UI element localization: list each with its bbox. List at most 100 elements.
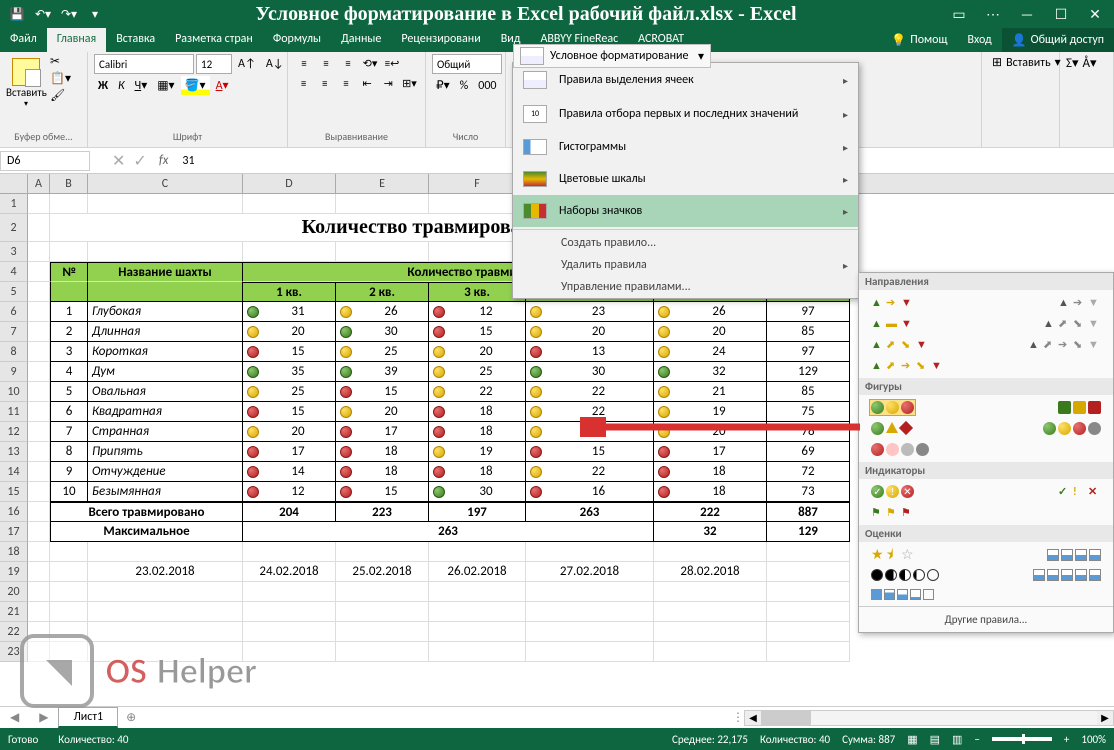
cell[interactable]: 7 xyxy=(50,422,88,442)
cell[interactable]: 25 xyxy=(336,342,429,362)
font-name-input[interactable] xyxy=(94,54,194,74)
cell[interactable]: 15 xyxy=(336,382,429,402)
cell[interactable]: 9 xyxy=(50,462,88,482)
cell[interactable]: 18 xyxy=(654,462,767,482)
cell[interactable]: 263 xyxy=(243,522,654,542)
cell[interactable]: 22 xyxy=(526,402,654,422)
cell[interactable]: Название шахты xyxy=(88,262,243,282)
cell[interactable]: 26 xyxy=(654,302,767,322)
cell[interactable]: 25.02.2018 xyxy=(336,562,429,582)
number-format-input[interactable] xyxy=(432,54,502,74)
col-header[interactable]: C xyxy=(88,174,243,193)
cell[interactable]: 16 xyxy=(526,482,654,502)
comma-icon[interactable]: 000 xyxy=(474,77,500,95)
cell[interactable] xyxy=(767,542,850,562)
sheet-nav-next[interactable]: ▶ xyxy=(29,710,58,725)
cell[interactable]: 20 xyxy=(654,422,767,442)
cell[interactable]: 1 кв. xyxy=(243,282,336,302)
autosum-icon[interactable]: Σ▾ xyxy=(1066,56,1079,71)
cell[interactable] xyxy=(28,214,50,242)
row-header[interactable]: 4 xyxy=(0,262,28,282)
cell[interactable]: 18 xyxy=(429,422,526,442)
cell[interactable] xyxy=(429,542,526,562)
iconset-4-red-to-black[interactable] xyxy=(869,441,931,458)
row-header[interactable]: 2 xyxy=(0,214,28,242)
view-page-icon[interactable]: ▤ xyxy=(930,733,940,746)
cell[interactable]: 73 xyxy=(767,482,850,502)
fx-icon[interactable]: fx xyxy=(151,153,177,168)
cell[interactable] xyxy=(526,542,654,562)
cell[interactable]: 19 xyxy=(429,442,526,462)
wrap-text-icon[interactable]: ≡↩ xyxy=(382,54,402,72)
cell[interactable]: 222 xyxy=(654,502,767,522)
cell[interactable] xyxy=(243,582,336,602)
cell[interactable]: 129 xyxy=(767,522,850,542)
view-normal-icon[interactable]: ▦ xyxy=(907,733,917,746)
sheet-nav-prev[interactable]: ◀ xyxy=(0,710,29,725)
cell[interactable] xyxy=(28,194,50,214)
tab-review[interactable]: Рецензировани xyxy=(391,28,490,52)
cell[interactable]: 12 xyxy=(429,302,526,322)
cell[interactable] xyxy=(526,642,654,662)
cell[interactable]: 30 xyxy=(336,322,429,342)
cell[interactable]: 20 xyxy=(243,322,336,342)
cell[interactable] xyxy=(429,582,526,602)
redo-icon[interactable]: ↷▾ xyxy=(60,7,78,22)
cell[interactable]: 15 xyxy=(243,342,336,362)
cell[interactable]: Всего травмировано xyxy=(50,502,243,522)
underline-button[interactable]: Ч▾ xyxy=(131,76,152,95)
row-header[interactable]: 8 xyxy=(0,342,28,362)
cell[interactable]: 24.02.2018 xyxy=(243,562,336,582)
cell[interactable] xyxy=(654,602,767,622)
align-middle-icon[interactable]: ≡ xyxy=(316,54,336,72)
cell[interactable] xyxy=(336,582,429,602)
iconset-3-symbols[interactable]: ✓!✕ xyxy=(1056,483,1103,500)
cell[interactable]: 26 xyxy=(336,302,429,322)
cell[interactable]: 30 xyxy=(526,362,654,382)
cell[interactable]: 85 xyxy=(767,382,850,402)
iconset-5-quarters[interactable] xyxy=(869,567,941,583)
row-header[interactable]: 19 xyxy=(0,562,28,582)
cell[interactable]: 18 xyxy=(336,462,429,482)
sheet-add-icon[interactable]: ⊕ xyxy=(118,710,144,725)
cell[interactable] xyxy=(336,194,429,214)
cell[interactable]: 85 xyxy=(767,322,850,342)
cell[interactable] xyxy=(50,562,88,582)
zoom-level[interactable]: 100% xyxy=(1081,733,1106,746)
cell[interactable] xyxy=(28,322,50,342)
cell[interactable]: 15 xyxy=(243,402,336,422)
cell[interactable]: 28.02.2018 xyxy=(654,562,767,582)
cell[interactable] xyxy=(28,422,50,442)
iconset-5arrows-gray[interactable]: ▲⬈➔⬊▼ xyxy=(1026,336,1103,353)
cell[interactable] xyxy=(50,542,88,562)
cell[interactable] xyxy=(28,582,50,602)
cell[interactable] xyxy=(28,522,50,542)
cell[interactable]: 17 xyxy=(654,442,767,462)
cell[interactable] xyxy=(28,302,50,322)
col-header[interactable]: B xyxy=(50,174,88,193)
cell[interactable]: 223 xyxy=(336,502,429,522)
align-left-icon[interactable]: ≡ xyxy=(294,74,313,92)
col-header[interactable]: A xyxy=(28,174,50,193)
cell[interactable] xyxy=(654,582,767,602)
cell[interactable]: 129 xyxy=(767,362,850,382)
cell[interactable]: 21 xyxy=(654,382,767,402)
cell[interactable] xyxy=(429,622,526,642)
row-header[interactable]: 21 xyxy=(0,602,28,622)
currency-icon[interactable]: ₽▾ xyxy=(432,76,454,95)
cell[interactable]: № xyxy=(50,262,88,282)
cell[interactable]: 8 xyxy=(50,442,88,462)
iconset-5arrows-color[interactable]: ▲⬈➔⬊▼ xyxy=(869,357,946,374)
cell[interactable]: 23 xyxy=(526,422,654,442)
cell[interactable]: 18 xyxy=(654,482,767,502)
format-painter-icon[interactable]: 🖌 xyxy=(50,88,71,103)
tab-data[interactable]: Данные xyxy=(331,28,391,52)
cell[interactable]: 25 xyxy=(429,362,526,382)
cell[interactable]: Короткая xyxy=(88,342,243,362)
zoom-out-icon[interactable]: − xyxy=(974,733,979,746)
cell[interactable]: 22 xyxy=(526,462,654,482)
row-header[interactable]: 7 xyxy=(0,322,28,342)
menu-data-bars[interactable]: Гистограммы▸ xyxy=(513,131,858,163)
cell[interactable]: 3 xyxy=(50,342,88,362)
cell[interactable] xyxy=(336,642,429,662)
